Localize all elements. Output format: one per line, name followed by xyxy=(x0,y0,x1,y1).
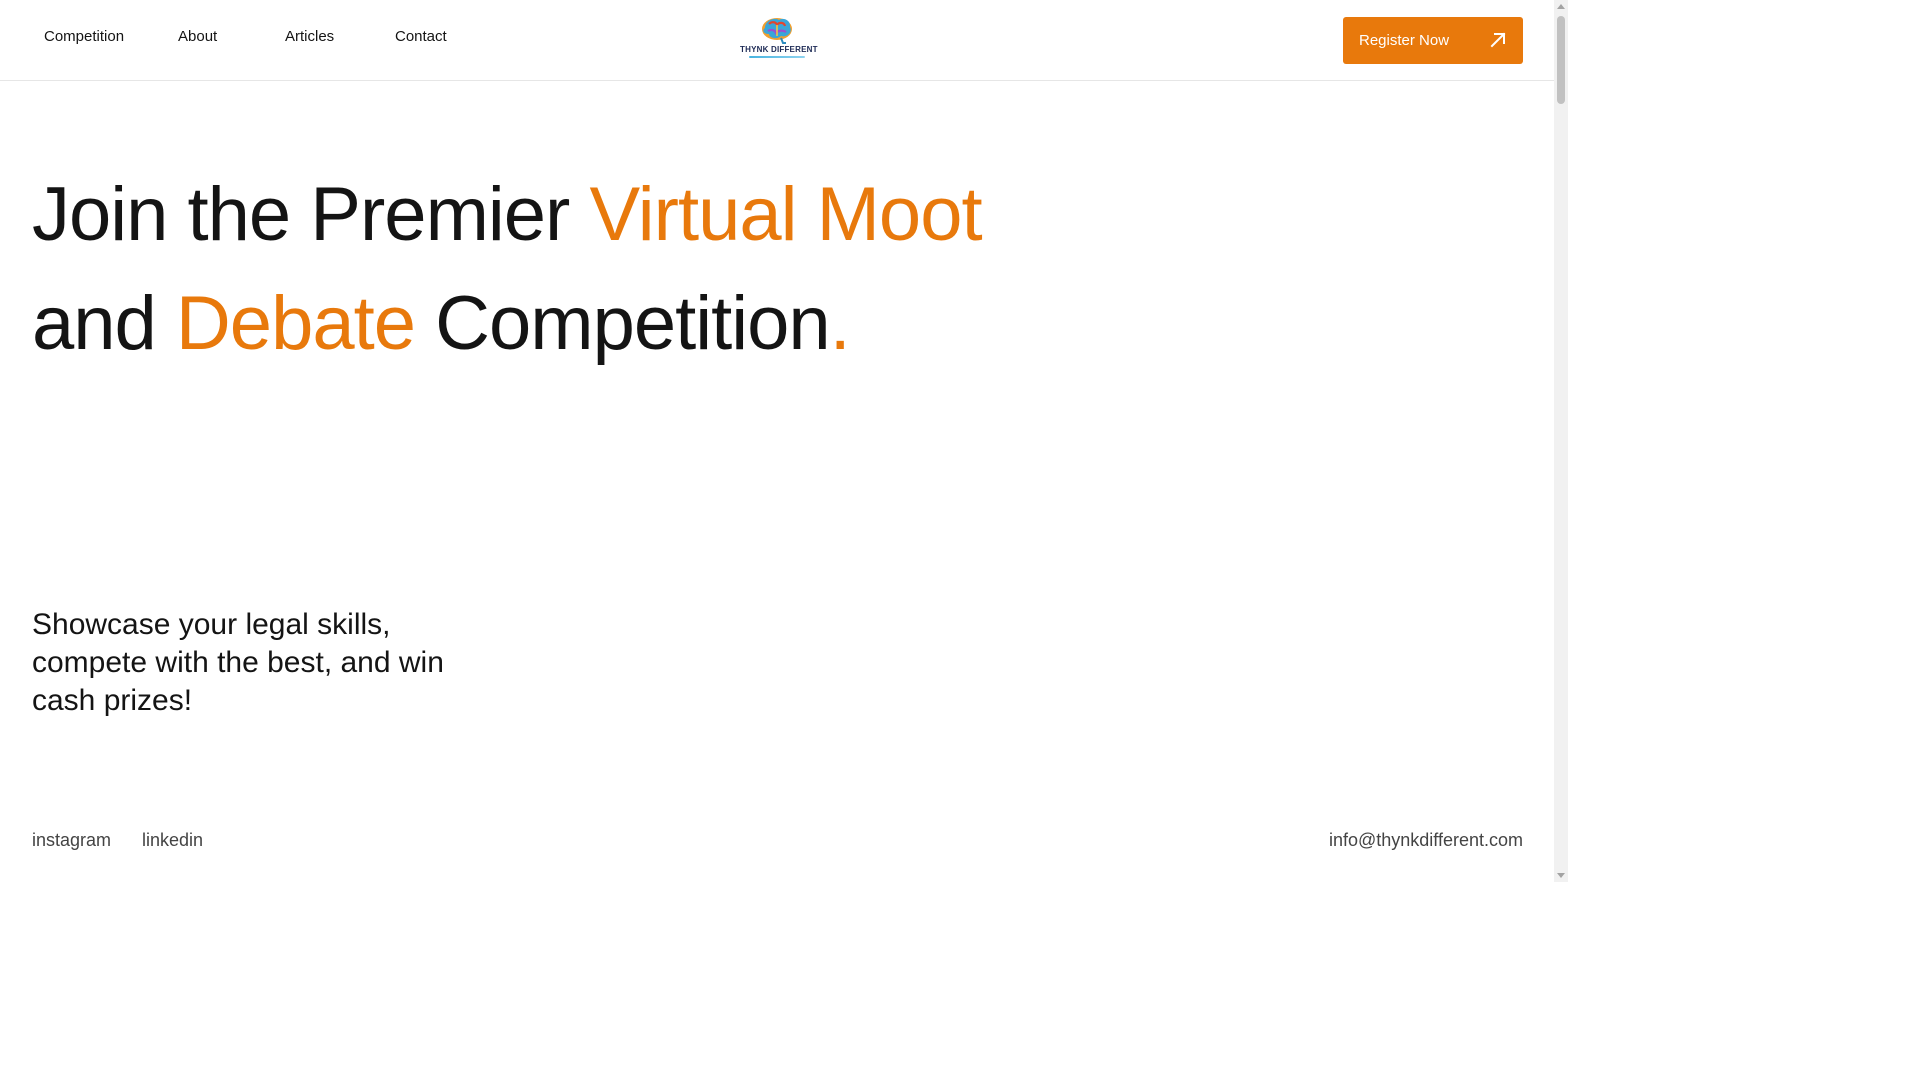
scrollbar-thumb[interactable] xyxy=(1557,16,1565,104)
logo-text: THYNK DIFFERENT xyxy=(740,45,818,54)
nav-link-competition[interactable]: Competition xyxy=(44,28,178,45)
hero-heading: Join the Premier Virtual Moot and Debate… xyxy=(32,160,983,378)
page-scrollbar[interactable] xyxy=(1554,0,1568,882)
scroll-down-icon[interactable] xyxy=(1557,873,1565,878)
hero-accent-virtual-moot: Virtual Moot xyxy=(589,172,982,257)
nav-link-contact[interactable]: Contact xyxy=(395,28,475,45)
contact-email-link[interactable]: info@thynkdifferent.com xyxy=(1329,830,1523,851)
hero-line2-text-competition: Competition xyxy=(415,281,831,366)
hero-accent-debate: Debate xyxy=(175,281,416,366)
hero-tagline: Showcase your legal skills, compete with… xyxy=(32,608,444,717)
page: Competition About Articles Contact THYNK… xyxy=(0,0,1568,882)
nav-link-about[interactable]: About xyxy=(178,28,285,45)
site-logo[interactable]: THYNK DIFFERENT xyxy=(740,14,818,66)
nav-link-articles[interactable]: Articles xyxy=(285,28,395,45)
social-links: instagram linkedin xyxy=(32,830,234,851)
linkedin-link[interactable]: linkedin xyxy=(142,830,203,851)
site-header: Competition About Articles Contact THYNK… xyxy=(0,0,1554,81)
hero-line2-text-and: and xyxy=(32,281,176,366)
register-now-label: Register Now xyxy=(1359,32,1450,49)
register-now-button[interactable]: Register Now xyxy=(1343,17,1523,64)
logo-underline xyxy=(749,56,805,58)
hero-accent-period: . xyxy=(829,281,851,366)
main-nav: Competition About Articles Contact xyxy=(44,28,475,45)
hero-line1-text: Join the Premier xyxy=(32,172,590,257)
instagram-link[interactable]: instagram xyxy=(32,830,111,851)
scroll-up-icon[interactable] xyxy=(1557,4,1565,9)
brain-logo-icon xyxy=(762,18,792,44)
arrow-up-right-icon xyxy=(1490,32,1506,48)
